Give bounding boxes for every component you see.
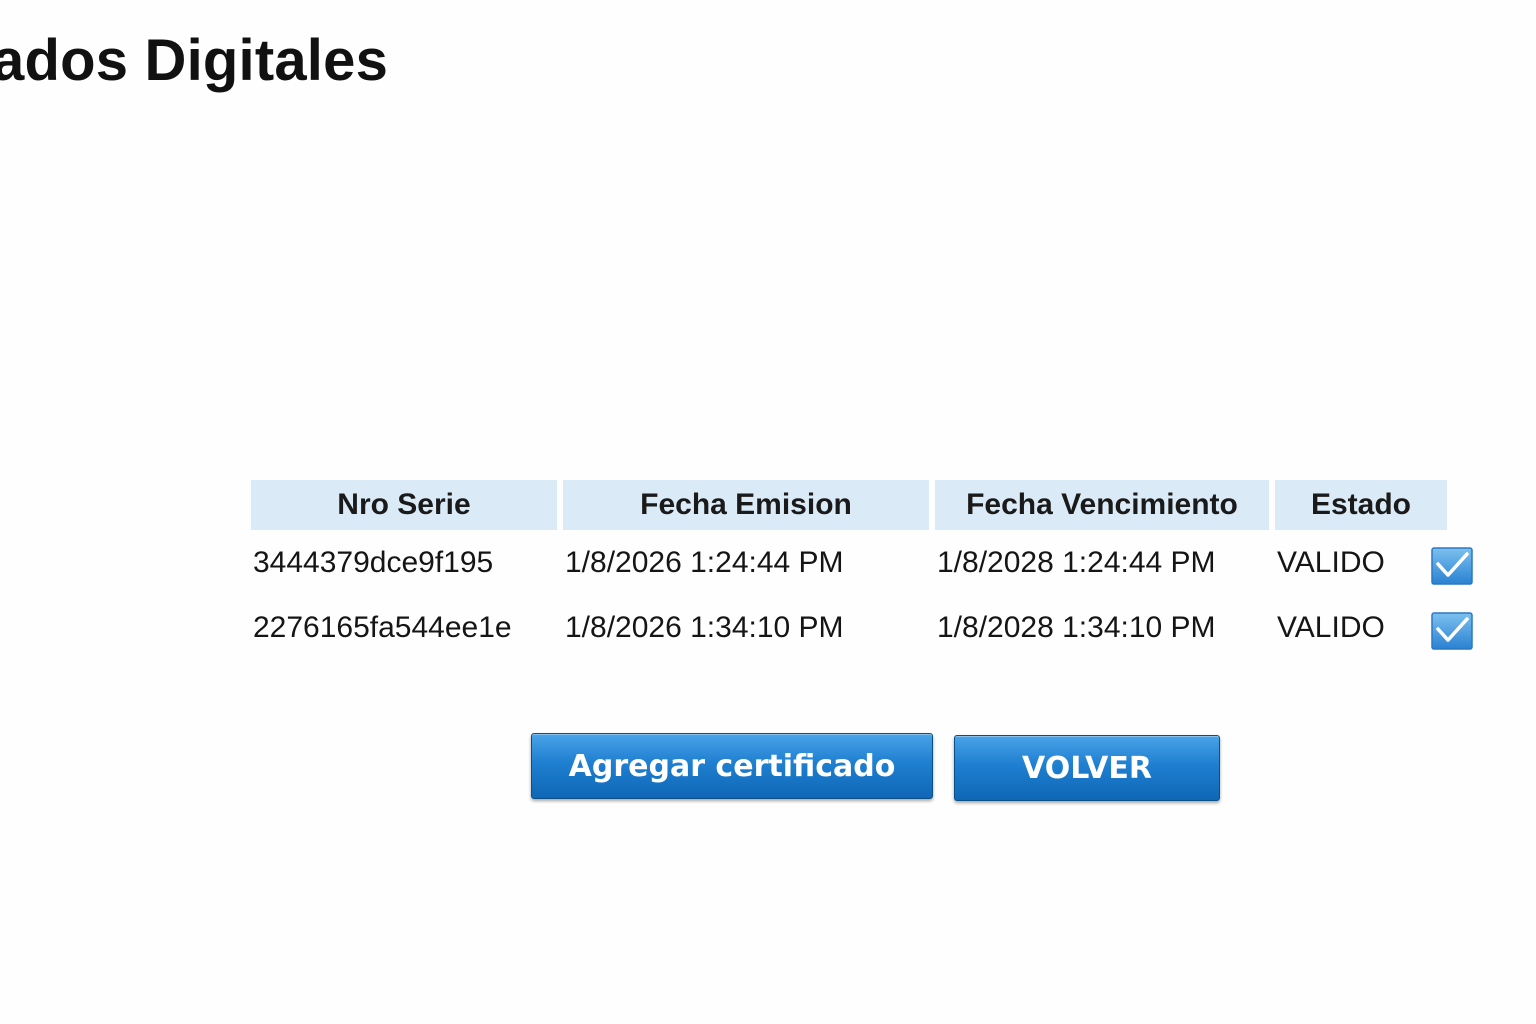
status-text: VALIDO	[1277, 610, 1385, 644]
cell-vencimiento: 1/8/2028 1:24:44 PM	[937, 545, 1216, 579]
column-header-estado: Estado	[1275, 480, 1447, 530]
cell-emision: 1/8/2026 1:24:44 PM	[565, 545, 844, 579]
table-row: 2276165fa544ee1e 1/8/2026 1:34:10 PM 1/8…	[251, 595, 1473, 660]
cell-estado: VALIDO	[1275, 530, 1473, 595]
column-header-vencimiento: Fecha Vencimiento	[935, 480, 1269, 530]
cell-serie: 2276165fa544ee1e	[253, 610, 512, 644]
cell-serie: 3444379dce9f195	[253, 545, 494, 579]
back-button[interactable]: VOLVER	[954, 735, 1220, 801]
add-certificate-button[interactable]: Agregar certificado	[531, 733, 933, 799]
checkbox-checked-icon[interactable]	[1431, 546, 1473, 585]
table-row: 3444379dce9f195 1/8/2026 1:24:44 PM 1/8/…	[251, 530, 1473, 595]
page-title: ados Digitales	[0, 28, 389, 93]
cell-vencimiento: 1/8/2028 1:34:10 PM	[937, 610, 1216, 644]
cell-emision: 1/8/2026 1:34:10 PM	[565, 610, 844, 644]
checkbox-checked-icon[interactable]	[1431, 611, 1473, 650]
status-text: VALIDO	[1277, 545, 1385, 579]
table-header-row: Nro Serie Fecha Emision Fecha Vencimient…	[251, 480, 1447, 530]
column-header-emision: Fecha Emision	[563, 480, 929, 530]
column-header-serie: Nro Serie	[251, 480, 557, 530]
cell-estado: VALIDO	[1275, 595, 1473, 660]
certificates-table: Nro Serie Fecha Emision Fecha Vencimient…	[245, 480, 1473, 660]
